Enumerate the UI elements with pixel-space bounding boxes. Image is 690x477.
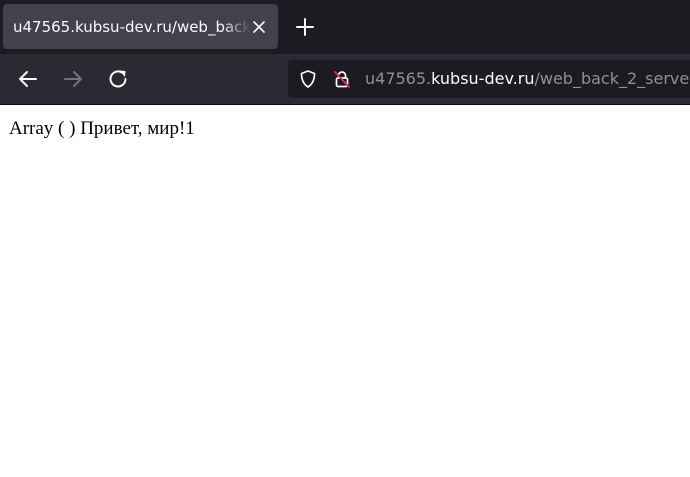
page-body-text: Array ( ) Привет, мир!1	[9, 118, 195, 139]
tab-active[interactable]: u47565.kubsu-dev.ru/web_back_2_server/	[3, 4, 278, 49]
navigation-toolbar: u47565.kubsu-dev.ru/web_back_2_server/	[0, 54, 690, 104]
browser-window: u47565.kubsu-dev.ru/web_back_2_server/	[0, 0, 690, 477]
url-host: kubsu-dev.ru	[431, 69, 535, 88]
url-path: /web_back_2_server/	[534, 69, 690, 88]
url-bar[interactable]: u47565.kubsu-dev.ru/web_back_2_server/	[288, 60, 690, 98]
url-text[interactable]: u47565.kubsu-dev.ru/web_back_2_server/	[365, 69, 690, 89]
new-tab-button[interactable]	[294, 16, 316, 38]
shield-icon[interactable]	[298, 69, 318, 89]
url-subdomain: u47565.	[365, 69, 432, 88]
back-button[interactable]	[16, 67, 40, 91]
close-icon[interactable]	[252, 20, 266, 34]
forward-button[interactable]	[61, 67, 85, 91]
page-content: Array ( ) Привет, мир!1	[0, 105, 690, 477]
tab-title: u47565.kubsu-dev.ru/web_back_2_server/	[13, 18, 251, 36]
insecure-lock-icon[interactable]	[332, 69, 352, 89]
reload-button[interactable]	[106, 67, 130, 91]
tab-strip: u47565.kubsu-dev.ru/web_back_2_server/	[0, 0, 690, 54]
